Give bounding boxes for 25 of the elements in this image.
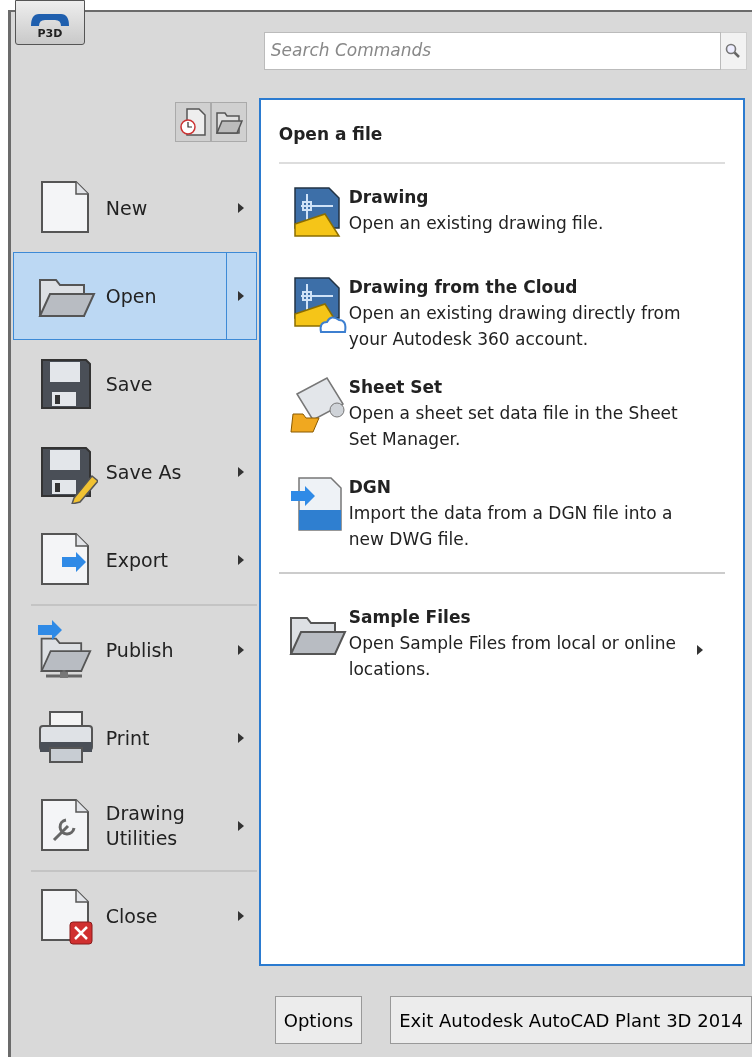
menu-item[interactable]: Print	[12, 694, 257, 782]
menu-item[interactable]: Open	[12, 252, 257, 340]
open-option[interactable]: Drawing Open an existing drawing file.	[278, 173, 725, 264]
open-documents-button[interactable]	[210, 102, 247, 142]
panel-title: Open a file	[278, 122, 725, 164]
open-option[interactable]: Sheet Set Open a sheet set data file in the Sheet Set Manager.	[278, 363, 725, 464]
open-option[interactable]: DGN Import the data from a DGN file into a new DWG file.	[278, 463, 725, 564]
open-option[interactable]: Sample Files Open Sample Files from local or online locations.	[278, 593, 725, 694]
menu-item[interactable]: New	[12, 164, 257, 252]
menu-item[interactable]: Publish	[12, 606, 257, 694]
search-field[interactable]: Search Commands	[263, 32, 721, 70]
search-icon	[725, 43, 742, 59]
application-button[interactable]: P3D	[15, 0, 85, 45]
document-clock-icon	[178, 107, 207, 137]
menu-item[interactable]: Save	[12, 340, 257, 428]
exit-button[interactable]: Exit Autodesk AutoCAD Plant 3D 2014	[390, 996, 752, 1044]
menu-item[interactable]: Drawing Utilities	[12, 782, 257, 870]
recent-documents-button[interactable]	[174, 102, 211, 142]
options-button[interactable]: Options	[274, 996, 363, 1044]
menu-item[interactable]: Export	[12, 516, 257, 604]
menu-item[interactable]: Save As	[12, 428, 257, 516]
search-button[interactable]	[720, 32, 747, 70]
open-option[interactable]: Drawing from the Cloud Open an existing drawing directly from your Autodesk 360 account.	[278, 263, 725, 364]
folder-icon	[214, 109, 243, 135]
menu-item[interactable]: Close	[12, 872, 257, 960]
